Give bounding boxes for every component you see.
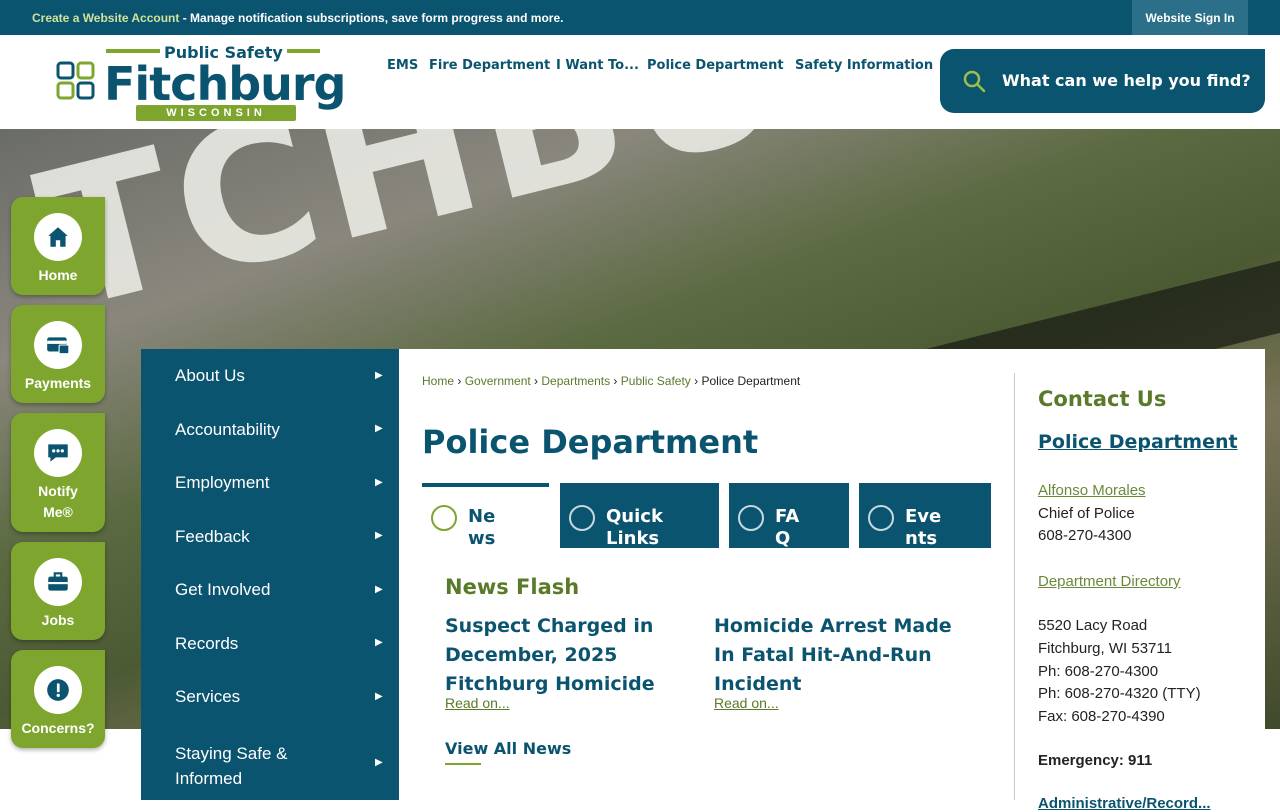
alert-icon (34, 666, 82, 714)
chevron-circle-icon (868, 505, 894, 531)
hero-sign-text: TCHBURG (20, 129, 1113, 353)
quick-link-label: Jobs (41, 612, 75, 628)
address-line-1: 5520 Lacy Road (1038, 617, 1148, 634)
chevron-right-icon[interactable]: ▶ (375, 757, 385, 768)
chevron-circle-icon (431, 505, 457, 531)
nav-ems[interactable]: EMS (387, 58, 418, 73)
tab-label: FA Q (775, 506, 800, 548)
contact-fax: Fax: 608-270-4390 (1038, 708, 1165, 725)
column-divider (1014, 373, 1015, 800)
contact-heading: Contact Us (1038, 387, 1167, 411)
account-message: Create a Website Account - Manage notifi… (32, 11, 563, 25)
nav-safety-information[interactable]: Safety Information (795, 58, 933, 73)
chevron-right-icon[interactable]: ▶ (375, 477, 385, 488)
quick-link-home[interactable]: Home (11, 197, 105, 295)
address-line-2: Fitchburg, WI 53711 (1038, 640, 1172, 657)
quick-link-label: Notify Me® (38, 483, 78, 520)
news-article-title[interactable]: Suspect Charged in December, 2025 Fitchb… (445, 612, 695, 699)
account-description: - Manage notification subscriptions, sav… (179, 11, 564, 25)
home-icon (34, 213, 82, 261)
breadcrumb-government[interactable]: Government (465, 374, 531, 388)
logo-mark-icon (56, 61, 95, 100)
tab-label: Quick Links (606, 506, 663, 548)
nav-i-want-to[interactable]: I Want To... (556, 58, 639, 73)
search-icon[interactable] (962, 69, 986, 93)
chief-phone: 608-270-4300 (1038, 527, 1132, 544)
chevron-right-icon[interactable]: ▶ (375, 691, 385, 702)
breadcrumb-public-safety[interactable]: Public Safety (621, 374, 691, 388)
contact-tty: Ph: 608-270-4320 (TTY) (1038, 685, 1201, 702)
side-menu-accountability[interactable]: Accountability (175, 420, 385, 440)
quick-link-notify-me[interactable]: Notify Me® (11, 413, 105, 532)
side-menu-about-us[interactable]: About Us (175, 366, 385, 386)
nav-police-department[interactable]: Police Department (647, 58, 784, 73)
quick-link-jobs[interactable]: Jobs (11, 542, 105, 640)
logo-state: WISCONSIN (136, 105, 296, 121)
tab-news[interactable]: Ne ws (422, 483, 549, 548)
tab-label: Ne ws (468, 506, 496, 548)
news-flash-heading: News Flash (445, 575, 580, 599)
chevron-right-icon[interactable]: ▶ (375, 584, 385, 595)
side-menu-feedback[interactable]: Feedback (175, 527, 385, 547)
tab-events[interactable]: Eve nts (859, 483, 991, 548)
quick-link-label: Payments (24, 375, 92, 391)
side-menu-staying-safe[interactable]: Staying Safe & Informed (175, 741, 315, 791)
quick-link-payments[interactable]: Payments (11, 305, 105, 403)
breadcrumb-departments[interactable]: Departments (541, 374, 610, 388)
create-account-link[interactable]: Create a Website Account (32, 11, 179, 25)
site-logo[interactable]: Public Safety Fitchburg WISCONSIN (56, 41, 346, 123)
view-all-underline (445, 763, 481, 765)
breadcrumb: Home › Government › Departments › Public… (422, 374, 801, 388)
chevron-right-icon[interactable]: ▶ (375, 423, 385, 434)
chevron-circle-icon (738, 505, 764, 531)
search-box[interactable]: What can we help you find? (940, 49, 1265, 113)
chevron-circle-icon (569, 505, 595, 531)
side-menu-records[interactable]: Records (175, 634, 385, 654)
breadcrumb-home[interactable]: Home (422, 374, 454, 388)
logo-city: Fitchburg (104, 57, 346, 111)
view-all-news-link[interactable]: View All News (445, 739, 571, 758)
website-sign-in-button[interactable]: Website Sign In (1132, 0, 1248, 35)
quick-link-concerns[interactable]: Concerns? (11, 650, 105, 748)
side-menu-get-involved[interactable]: Get Involved (175, 580, 385, 600)
chevron-right-icon[interactable]: ▶ (375, 370, 385, 381)
read-on-link[interactable]: Read on... (714, 695, 964, 711)
quick-link-label: Home (38, 267, 78, 283)
breadcrumb-current: Police Department (701, 374, 801, 388)
site-header: Public Safety Fitchburg WISCONSIN EMS Fi… (0, 35, 1280, 129)
side-menu: About Us ▶ Accountability ▶ Employment ▶… (141, 349, 399, 800)
payment-card-icon (34, 321, 82, 369)
side-menu-employment[interactable]: Employment (175, 473, 385, 493)
administrative-records-link[interactable]: Administrative/Record... (1038, 795, 1211, 812)
tab-quick-links[interactable]: Quick Links (560, 483, 719, 548)
contact-department-link[interactable]: Police Department (1038, 431, 1238, 453)
chief-title: Chief of Police (1038, 505, 1135, 522)
page-title: Police Department (422, 423, 759, 461)
contact-emergency: Emergency: 911 (1038, 752, 1153, 769)
side-menu-services[interactable]: Services (175, 687, 385, 707)
quick-link-label: Concerns? (21, 720, 95, 736)
news-article-title[interactable]: Homicide Arrest Made In Fatal Hit-And-Ru… (714, 612, 964, 699)
chevron-right-icon[interactable]: ▶ (375, 530, 385, 541)
top-bar: Create a Website Account - Manage notifi… (0, 0, 1280, 35)
chevron-right-icon[interactable]: ▶ (375, 637, 385, 648)
department-directory-link[interactable]: Department Directory (1038, 573, 1181, 590)
main-content: Home › Government › Departments › Public… (399, 349, 1265, 812)
news-article: Suspect Charged in December, 2025 Fitchb… (445, 612, 695, 711)
nav-fire-department[interactable]: Fire Department (429, 58, 550, 73)
search-input[interactable]: What can we help you find? (1002, 71, 1251, 90)
contact-phone: Ph: 608-270-4300 (1038, 663, 1159, 680)
news-article: Homicide Arrest Made In Fatal Hit-And-Ru… (714, 612, 964, 711)
chat-bubble-icon (34, 429, 82, 477)
tab-faq[interactable]: FA Q (729, 483, 849, 548)
chief-name-link[interactable]: Alfonso Morales (1038, 482, 1146, 499)
briefcase-icon (34, 558, 82, 606)
tab-label: Eve nts (905, 506, 942, 548)
